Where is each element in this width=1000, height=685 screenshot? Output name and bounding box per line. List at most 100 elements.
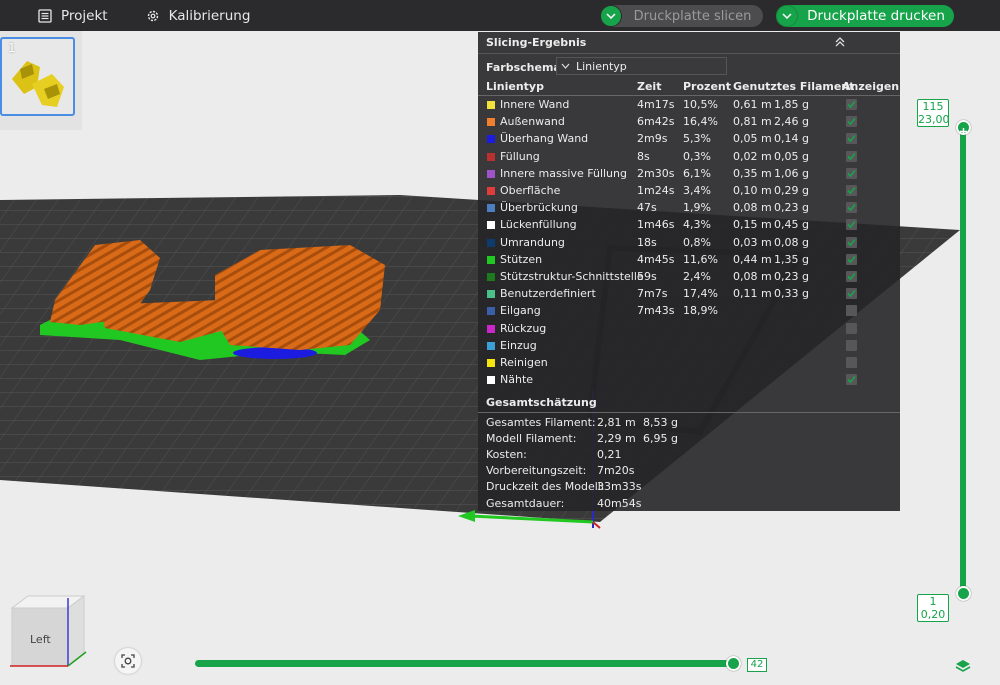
chevron-down-icon [782,13,792,19]
check-icon [847,204,856,212]
line-type-time: 18s [637,235,657,249]
estimate-row: Kosten: 0,21 [478,447,900,463]
chevron-down-icon [561,63,570,69]
estimate-value: 2,81 m [597,416,636,429]
layer-slider-track[interactable] [960,126,966,596]
slice-plate-button[interactable]: Druckplatte slicen [600,5,763,27]
line-type-name: Benutzerdefiniert [500,287,596,301]
show-checkbox[interactable] [846,271,857,282]
line-type-weight: 0,05 g [774,149,809,163]
table-row: Oberfläche 1m24s 3,4% 0,10 m 0,29 g [478,182,900,199]
line-type-name: Lückenfüllung [500,218,577,232]
calibration-menu[interactable]: Kalibrierung [146,8,250,24]
color-swatch [487,290,495,299]
show-checkbox[interactable] [846,288,857,300]
line-type-name: Einzug [500,338,537,352]
show-checkbox[interactable] [846,133,857,145]
table-row: Lückenfüllung 1m46s 4,3% 0,15 m 0,45 g [478,216,900,233]
show-checkbox[interactable] [846,374,857,386]
layer-slider[interactable] [956,120,971,601]
line-type-length: 0,44 m [733,252,772,266]
header-filament: Genutztes Filament [733,80,855,93]
line-type-name: Innere Wand [500,98,570,111]
line-type-length: 0,08 m [733,201,772,215]
line-type-name: Innere massive Füllung [500,166,627,180]
table-row: Nähte [478,371,900,388]
gear-icon [147,10,158,21]
color-scheme-label: Farbschema [486,61,561,74]
check-icon [847,135,856,143]
line-type-percent: 0,8% [683,235,711,249]
show-checkbox[interactable] [846,322,857,334]
line-type-percent: 6,1% [683,166,711,180]
color-swatch [487,204,495,213]
estimate-label: Vorbereitungszeit: [486,464,587,478]
color-scheme-select[interactable]: Linientyp [556,57,727,75]
show-checkbox[interactable] [846,219,857,231]
line-type-name: Nähte [500,373,534,387]
show-checkbox[interactable] [846,357,857,368]
top-toolbar: Projekt Kalibrierung Druckplatte slicen … [0,0,1000,31]
line-type-name: Stützstruktur-Schnittstelle [500,270,644,283]
show-checkbox[interactable] [846,253,857,265]
color-swatch [487,324,495,333]
reset-view-button[interactable] [115,648,141,674]
line-type-name: Umrandung [500,235,565,249]
show-checkbox[interactable] [846,150,857,162]
show-checkbox[interactable] [846,116,857,128]
show-checkbox[interactable] [846,167,857,179]
table-row: Stützen 4m45s 11,6% 0,44 m 1,35 g [478,251,900,268]
slicing-result-panel: Slicing-Ergebnis Farbschema Linientyp Li… [478,32,900,511]
line-type-time: 7m7s [637,287,668,301]
color-swatch [487,307,495,316]
layer-slider-bottom-handle[interactable] [956,586,971,601]
line-type-length: 0,61 m [733,98,772,111]
collapse-button[interactable] [834,37,846,50]
plate-model-preview [12,61,64,107]
estimate-value: 7m20s [597,464,635,478]
show-checkbox[interactable] [846,305,857,317]
line-type-percent: 10,5% [683,98,718,111]
line-type-length: 0,03 m [733,235,772,249]
line-type-weight: 2,46 g [774,115,809,129]
table-row: Außenwand 6m42s 16,4% 0,81 m 2,46 g [478,113,900,130]
line-type-time: 1m24s [637,184,675,197]
move-slider-track[interactable] [195,660,740,667]
line-type-time: 8s [637,149,650,163]
plate-thumbnail[interactable]: 1 [0,37,75,116]
line-type-time: 4m17s [637,98,675,111]
line-type-weight: 0,14 g [774,132,809,146]
estimate-title: Gesamtschätzung [486,396,597,409]
table-row: Innere Wand 4m17s 10,5% 0,61 m 1,85 g [478,96,900,113]
line-type-percent: 2,4% [683,270,711,283]
line-type-percent: 16,4% [683,115,718,129]
document-list-icon [38,8,52,23]
line-type-percent: 11,6% [683,252,718,266]
table-row: Innere massive Füllung 2m30s 6,1% 0,35 m 1,0… [478,165,900,182]
show-checkbox[interactable] [846,339,857,351]
slice-dropdown-toggle[interactable] [600,5,622,27]
project-menu[interactable]: Projekt [38,8,108,24]
check-icon [847,100,856,109]
layer-top-height: 23,00 [918,113,950,126]
show-checkbox[interactable] [846,202,857,214]
line-type-weight: 0,29 g [774,184,809,197]
line-type-weight: 1,85 g [774,98,809,111]
table-row: Reinigen [478,354,900,371]
layer-top-number: 115 [922,100,944,113]
show-checkbox[interactable] [846,236,857,248]
show-checkbox[interactable] [846,99,857,110]
line-type-time: 2m30s [637,166,675,180]
move-slider-handle[interactable] [726,656,741,671]
estimate-row: Modell Filament: 2,29 m 6,95 g [478,431,900,447]
print-plate-button[interactable]: Druckplatte drucken [776,5,954,27]
layer-bottom-number: 1 [929,595,937,608]
estimate-value: 40m54s [597,496,642,510]
layer-slider-top-handle[interactable] [956,120,971,135]
print-dropdown-toggle[interactable] [776,5,798,27]
move-slider[interactable] [195,656,741,671]
view-cube[interactable]: Left [8,592,96,674]
layers-button[interactable] [955,658,971,678]
show-checkbox[interactable] [846,185,857,196]
estimate-row: Druckzeit des Modell: 33m33s [478,479,900,495]
